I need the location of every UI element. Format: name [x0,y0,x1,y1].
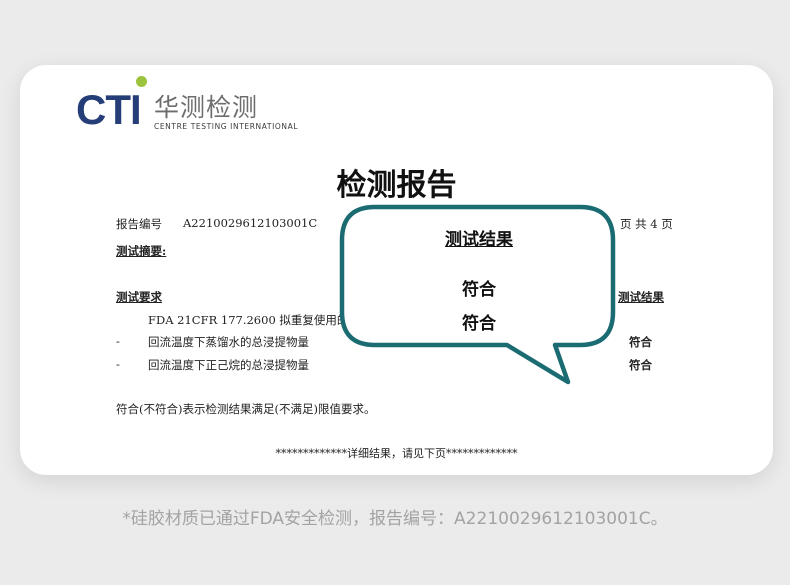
item-dash: - [116,334,120,348]
page-info: 页 共 4 页 [620,217,673,231]
item-dash: - [116,357,120,371]
item-text: 回流温度下正己烷的总浸提物量 [148,358,309,372]
report-no: A2210029612103001C [183,216,318,230]
logo-dot [136,76,147,87]
item-text: 回流温度下蒸馏水的总浸提物量 [148,335,309,349]
bubble-heading: 测试结果 [445,230,513,250]
requirement-main: FDA 21CFR 177.2600 拟重复使用的 [148,313,349,327]
logo-en-name: CENTRE TESTING INTERNATIONAL [154,122,299,131]
report-title: 检测报告 [336,168,457,203]
summary-label: 测试摘要: [116,244,167,258]
item-result: 符合 [629,358,652,372]
report-no-label: 报告编号 [116,217,162,231]
caption: *硅胶材质已通过FDA安全检测，报告编号：A2210029612103001C。 [122,509,668,529]
result-note: 符合(不符合)表示检测结果满足(不满足)限值要求。 [116,402,376,416]
requirements-header: 测试要求 [116,290,162,304]
logo-brand: CTI [76,86,142,133]
cti-logo: CTI 华测检测 CENTRE TESTING INTERNATIONAL [76,75,316,139]
report-footer: *************详细结果，请见下页************* [275,447,518,460]
item-result: 符合 [629,335,652,349]
bubble-result-2: 符合 [462,314,496,334]
logo-cn-name: 华测检测 [154,93,259,122]
bubble-result-1: 符合 [462,280,496,300]
